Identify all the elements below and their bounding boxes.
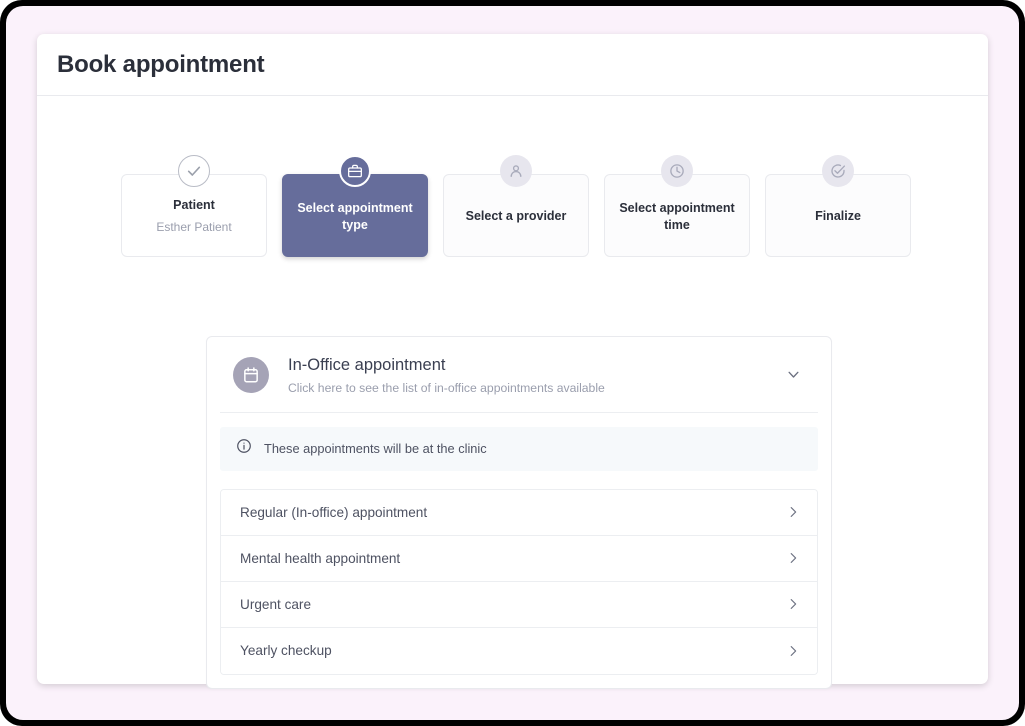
stepper-item-appointment-type[interactable]: Select appointment type — [282, 174, 428, 257]
stepper-item-provider[interactable]: Select a provider — [443, 174, 589, 257]
option-label: Mental health appointment — [240, 551, 786, 566]
check-icon — [178, 155, 210, 187]
stepper-item-finalize[interactable]: Finalize — [765, 174, 911, 257]
stepper-item-provider-text: Select a provider — [454, 208, 578, 225]
book-appointment-panel: Book appointment Patient Esth — [37, 34, 988, 684]
clinic-info-banner-text: These appointments will be at the clinic — [264, 441, 487, 456]
option-row-mental-health[interactable]: Mental health appointment — [221, 536, 817, 582]
stepper-item-finalize-label: Finalize — [776, 208, 900, 225]
check-circle-icon — [822, 155, 854, 187]
in-office-accordion-title: In-Office appointment — [288, 355, 781, 376]
chevron-right-icon — [786, 505, 800, 519]
option-row-urgent-care[interactable]: Urgent care — [221, 582, 817, 628]
option-label: Yearly checkup — [240, 643, 786, 658]
panel-header: Book appointment — [37, 34, 988, 96]
option-label: Urgent care — [240, 597, 786, 612]
in-office-accordion-subtitle: Click here to see the list of in-office … — [288, 381, 781, 395]
stepper-item-appointment-time[interactable]: Select appointment time — [604, 174, 750, 257]
calendar-icon — [233, 357, 269, 393]
in-office-accordion-header[interactable]: In-Office appointment Click here to see … — [220, 337, 818, 413]
chevron-right-icon — [786, 551, 800, 565]
clock-icon — [661, 155, 693, 187]
info-circle-icon — [236, 438, 252, 459]
appointment-stepper: Patient Esther Patient — [121, 174, 911, 257]
stepper-item-finalize-text: Finalize — [776, 208, 900, 225]
chevron-right-icon — [786, 597, 800, 611]
stepper-item-appointment-time-text: Select appointment time — [615, 200, 739, 233]
stepper-item-patient-sublabel: Esther Patient — [132, 220, 256, 236]
page-title: Book appointment — [57, 51, 264, 79]
in-office-accordion-texts: In-Office appointment Click here to see … — [288, 355, 781, 395]
person-icon — [500, 155, 532, 187]
stepper-item-patient-label: Patient — [132, 197, 256, 214]
chevron-down-icon[interactable] — [781, 367, 805, 382]
appointment-type-card: In-Office appointment Click here to see … — [206, 336, 832, 689]
option-row-regular-in-office[interactable]: Regular (In-office) appointment — [221, 490, 817, 536]
device-frame: Book appointment Patient Esth — [0, 0, 1025, 726]
stepper-item-patient-text: Patient Esther Patient — [132, 197, 256, 236]
option-row-yearly-checkup[interactable]: Yearly checkup — [221, 628, 817, 674]
stepper-item-patient[interactable]: Patient Esther Patient — [121, 174, 267, 257]
appointment-options-list: Regular (In-office) appointment Mental h… — [220, 489, 818, 675]
option-label: Regular (In-office) appointment — [240, 505, 786, 520]
clinic-info-banner: These appointments will be at the clinic — [220, 427, 818, 471]
stepper-item-appointment-type-label: Select appointment type — [293, 200, 417, 233]
stepper-item-appointment-type-text: Select appointment type — [293, 200, 417, 233]
briefcase-icon — [339, 155, 371, 187]
stepper-item-provider-label: Select a provider — [454, 208, 578, 225]
page-background: Book appointment Patient Esth — [6, 6, 1019, 720]
stepper-item-appointment-time-label: Select appointment time — [615, 200, 739, 233]
panel-body: Patient Esther Patient — [37, 96, 988, 683]
chevron-right-icon — [786, 644, 800, 658]
